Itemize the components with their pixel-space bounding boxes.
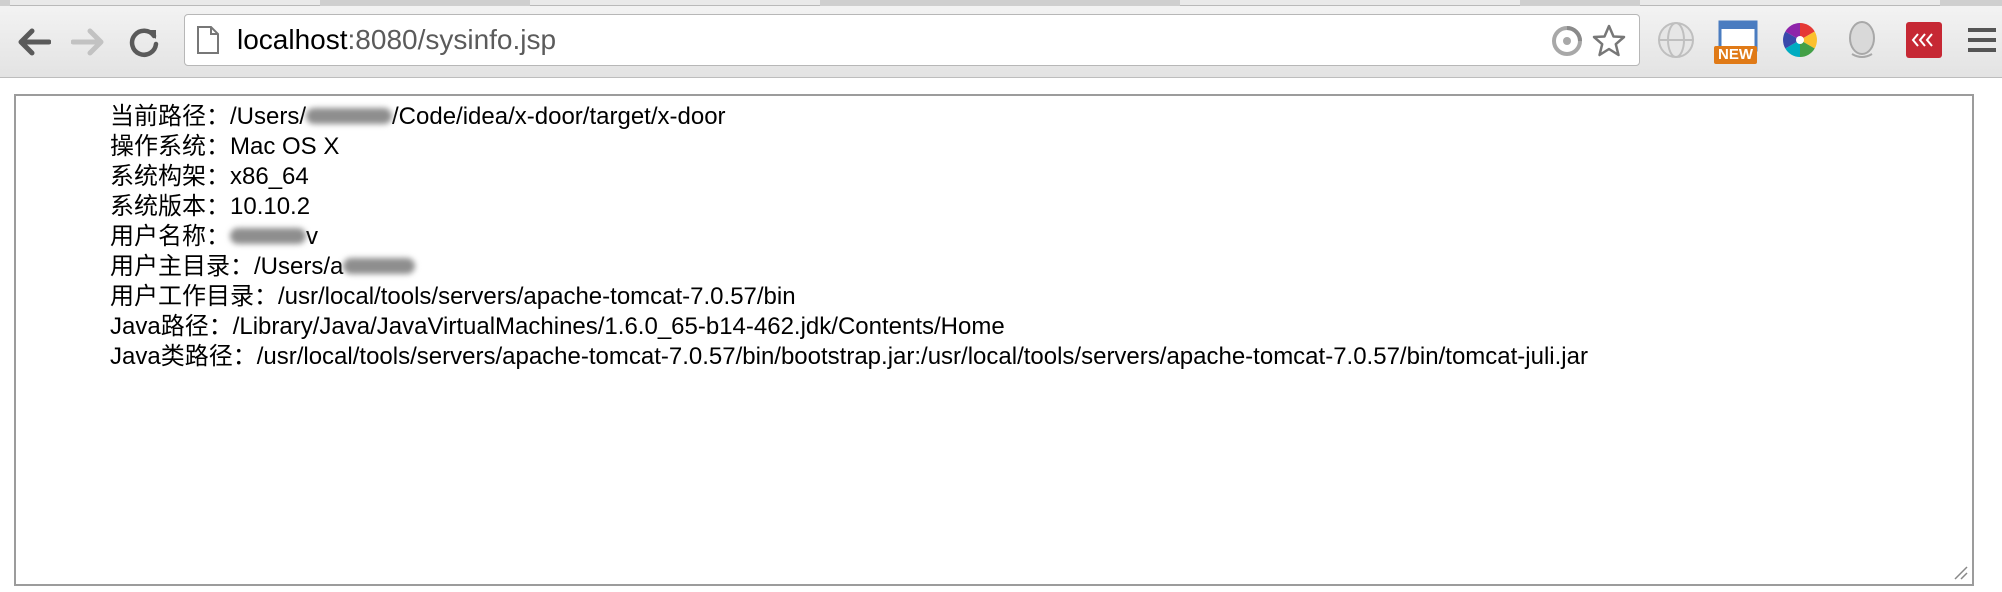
value-home-start: /Users/a xyxy=(254,253,344,280)
sysinfo-line-current-path: 当前路径：/Users/ /Code/idea/x-door/target/x-d… xyxy=(110,102,1588,132)
sysinfo-lines: 当前路径：/Users/ /Code/idea/x-door/target/x-d… xyxy=(110,102,1588,372)
label-current-path: 当前路径： xyxy=(110,103,230,130)
page-refresh-extension-icon[interactable] xyxy=(1549,23,1585,59)
back-arrow-icon xyxy=(18,28,51,56)
sysinfo-textarea[interactable]: 当前路径：/Users/ /Code/idea/x-door/target/x-d… xyxy=(14,94,1974,586)
sysinfo-line-arch: 系统构架：x86_64 xyxy=(110,162,1588,192)
bookmark-star-icon[interactable] xyxy=(1591,23,1627,59)
new-badge: NEW xyxy=(1714,46,1757,64)
sysinfo-line-workdir: 用户工作目录：/usr/local/tools/servers/apache-t… xyxy=(110,282,1588,312)
reload-button[interactable] xyxy=(122,20,166,64)
sysinfo-line-java-path: Java路径：/Library/Java/JavaVirtualMachines… xyxy=(110,312,1588,342)
sysinfo-line-version: 系统版本：10.10.2 xyxy=(110,192,1588,222)
redacted-text xyxy=(343,257,416,274)
value-java-path: /Library/Java/JavaVirtualMachines/1.6.0_… xyxy=(232,313,1005,340)
label-java-classpath: Java类路径： xyxy=(110,343,257,370)
label-username: 用户名称： xyxy=(110,223,230,250)
page-icon xyxy=(197,26,219,54)
sysinfo-line-os: 操作系统：Mac OS X xyxy=(110,132,1588,162)
redacted-text xyxy=(306,107,393,124)
tab-inactive[interactable] xyxy=(1180,0,1520,6)
label-home: 用户主目录： xyxy=(110,253,254,280)
sysinfo-line-username: 用户名称： v xyxy=(110,222,1588,252)
reload-icon xyxy=(129,28,159,57)
value-username-end: v xyxy=(306,223,318,250)
color-wheel-extension-icon[interactable] xyxy=(1776,16,1824,64)
label-version: 系统版本： xyxy=(110,193,230,220)
sysinfo-line-java-classpath: Java类路径：/usr/local/tools/servers/apache-… xyxy=(110,342,1588,372)
value-current-path-end: /Code/idea/x-door/target/x-door xyxy=(392,103,726,130)
value-workdir: /usr/local/tools/servers/apache-tomcat-7… xyxy=(278,283,796,310)
url-path: :8080/sysinfo.jsp xyxy=(347,24,557,55)
forward-button[interactable] xyxy=(66,20,110,64)
profile-head-extension-icon[interactable] xyxy=(1838,16,1886,64)
forward-arrow-icon xyxy=(71,28,104,56)
browser-toolbar: localhost:8080/sysinfo.jsp NEW xyxy=(0,0,2002,78)
back-button[interactable] xyxy=(12,20,56,64)
label-os: 操作系统： xyxy=(110,133,230,160)
hamburger-menu-icon[interactable] xyxy=(1962,16,2002,64)
tab-inactive[interactable] xyxy=(1640,0,1940,6)
tab-inactive[interactable] xyxy=(10,0,320,6)
label-workdir: 用户工作目录： xyxy=(110,283,278,310)
label-java-path: Java路径： xyxy=(110,313,233,340)
sysinfo-line-home: 用户主目录：/Users/a xyxy=(110,252,1588,282)
value-version: 10.10.2 xyxy=(230,193,311,220)
redacted-text xyxy=(230,227,306,244)
value-current-path-start: /Users/ xyxy=(230,103,307,130)
value-java-classpath: /usr/local/tools/servers/apache-tomcat-7… xyxy=(256,343,1588,370)
red-arrows-extension-icon[interactable] xyxy=(1900,16,1948,64)
url-host: localhost xyxy=(237,24,348,55)
globe-extension-icon[interactable] xyxy=(1652,16,1700,64)
new-window-extension-icon[interactable]: NEW xyxy=(1714,16,1762,64)
url-text[interactable]: localhost:8080/sysinfo.jsp xyxy=(237,24,556,56)
label-arch: 系统构架： xyxy=(110,163,230,190)
address-bar[interactable]: localhost:8080/sysinfo.jsp xyxy=(184,14,1640,66)
value-os: Mac OS X xyxy=(230,133,340,160)
tab-inactive[interactable] xyxy=(530,0,820,6)
value-arch: x86_64 xyxy=(230,163,309,190)
resize-handle-icon[interactable] xyxy=(1952,564,1968,580)
